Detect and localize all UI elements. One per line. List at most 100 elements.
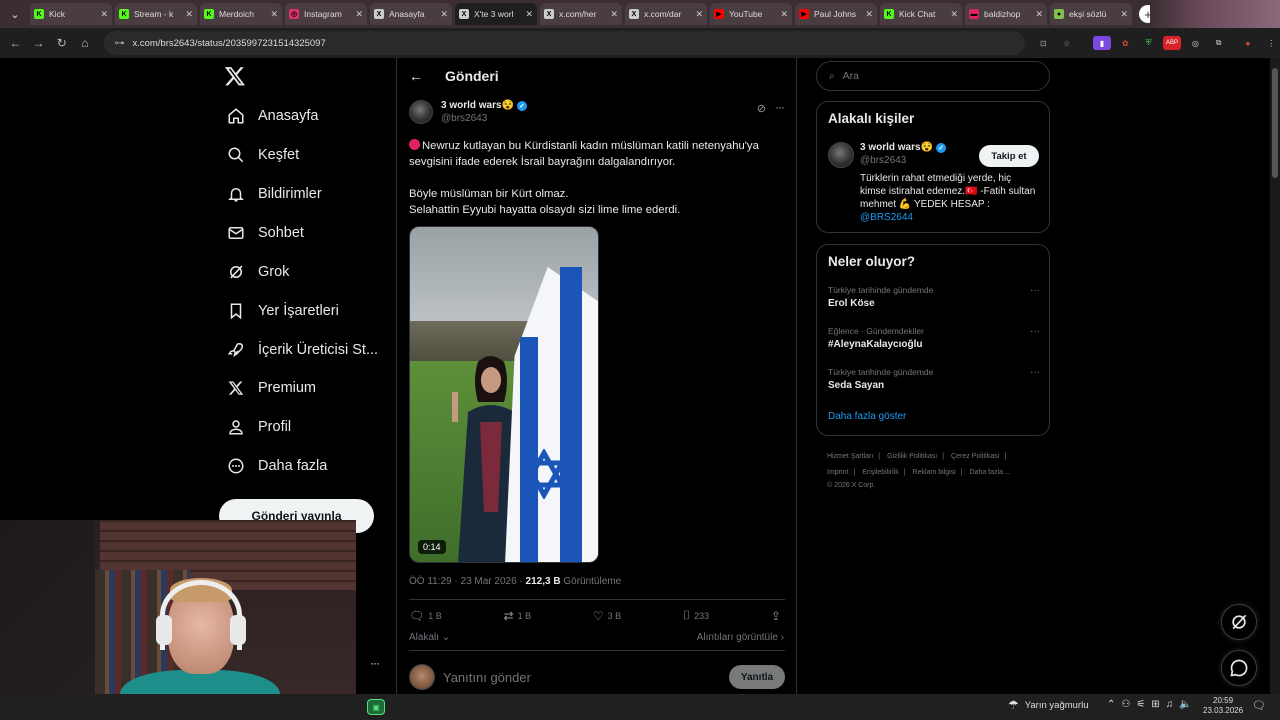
close-tab-icon[interactable]: ✕ <box>270 9 278 20</box>
close-tab-icon[interactable]: ✕ <box>355 9 363 20</box>
browser-tab[interactable]: K Merdoich ✕ <box>200 3 282 25</box>
close-tab-icon[interactable]: ✕ <box>865 9 873 20</box>
avatar[interactable] <box>409 100 433 124</box>
browser-tab[interactable]: K Kick ✕ <box>30 3 112 25</box>
share-button[interactable]: ⇪ <box>771 608 785 623</box>
footer-link[interactable]: Reklam bilgisi <box>913 469 956 476</box>
weather-widget[interactable]: ☂ Yarın yağmurlu <box>1008 698 1088 712</box>
avatar[interactable] <box>828 142 854 168</box>
tab-search-button[interactable]: ⌄ <box>4 3 26 25</box>
close-tab-icon[interactable]: ✕ <box>440 9 448 20</box>
browser-tab[interactable]: X X'te 3 worl ✕ <box>455 3 537 25</box>
browser-tab[interactable]: ● ekşi sözlü ✕ <box>1050 3 1132 25</box>
close-tab-icon[interactable]: ✕ <box>1120 9 1128 20</box>
nav-premium[interactable]: Premium <box>226 373 316 403</box>
grok-floating-button[interactable] <box>1221 604 1257 640</box>
adblock-icon[interactable]: ABP <box>1163 36 1181 50</box>
browser-tab[interactable]: ▬ baldizhop ✕ <box>965 3 1047 25</box>
home-button-icon[interactable]: ⌂ <box>73 36 96 50</box>
system-tray-icons[interactable]: ⌃⚇⚟⊞♫🔈 <box>1107 699 1198 710</box>
scrollbar[interactable] <box>1270 58 1280 694</box>
close-tab-icon[interactable]: ✕ <box>1035 9 1043 20</box>
shield-icon[interactable]: ⛨ <box>1140 36 1157 50</box>
post-author[interactable]: 3 world wars😵 ✓ @brs2643 <box>409 100 528 124</box>
reply-submit-button[interactable]: Yanıtla <box>729 665 785 689</box>
browser-tab[interactable]: ▶ Paul Johns ✕ <box>795 3 877 25</box>
footer-link[interactable]: Çerez Politikası <box>951 453 1000 460</box>
related-user-name[interactable]: 3 world wars😵 <box>860 142 933 153</box>
author-name[interactable]: 3 world wars😵 <box>441 100 514 111</box>
more-options-icon[interactable]: ··· <box>1030 326 1040 337</box>
back-arrow-icon[interactable]: ← <box>4 36 27 50</box>
nav-notifications[interactable]: Bildirimler <box>226 179 322 209</box>
close-tab-icon[interactable]: ✕ <box>695 9 703 20</box>
browser-tab[interactable]: X Anasayfa ✕ <box>370 3 452 25</box>
search-input[interactable]: ⌕ Ara <box>816 61 1050 91</box>
nav-home[interactable]: Anasayfa <box>226 101 318 131</box>
nav-grok[interactable]: Grok <box>226 257 289 287</box>
footer-link[interactable]: Gizlilik Politikası <box>887 453 937 460</box>
browser-tab[interactable]: ◎ Instagram ✕ <box>285 3 367 25</box>
reload-icon[interactable]: ↻ <box>50 36 73 50</box>
nav-profile[interactable]: Profil <box>226 412 291 442</box>
puzzle-icon[interactable]: ⧉ <box>1210 36 1227 50</box>
browser-tab[interactable]: ▶ YouTube ✕ <box>710 3 792 25</box>
nav-bookmarks[interactable]: Yer İşaretleri <box>226 296 339 326</box>
trend-item[interactable]: Türkiye tarihinde gündemde Erol Köse ··· <box>828 285 1040 309</box>
related-user[interactable]: 3 world wars😵 ✓ @brs2643 <box>828 142 947 168</box>
x-logo-icon[interactable] <box>224 65 246 87</box>
trend-item[interactable]: Eğlence · Gündemdekiler #AleynaKalaycıoğ… <box>828 326 1040 350</box>
follow-button[interactable]: Takip et <box>979 145 1039 167</box>
bookmark-button[interactable]: ⌷ 233 <box>683 608 709 623</box>
browser-tab[interactable]: K Kick Chat ✕ <box>880 3 962 25</box>
nav-messages[interactable]: Sohbet <box>226 218 304 248</box>
close-tab-icon[interactable]: ✕ <box>100 9 108 20</box>
nav-creator-studio[interactable]: İçerik Üreticisi St... <box>226 335 378 365</box>
kick-app-icon[interactable]: ▣ <box>367 699 385 715</box>
browser-tab[interactable]: K Stream - k ✕ <box>115 3 197 25</box>
grok-icon[interactable]: ⊘ <box>757 102 766 115</box>
messages-floating-button[interactable] <box>1221 650 1257 686</box>
more-options-icon[interactable]: ··· <box>1030 285 1040 296</box>
close-tab-icon[interactable]: ✕ <box>185 9 193 20</box>
close-tab-icon[interactable]: ✕ <box>610 9 618 20</box>
profile-avatar-icon[interactable]: ● <box>1239 36 1256 50</box>
address-bar[interactable]: ⊶ x.com/brs2643/status/20359972315143250… <box>104 31 1025 55</box>
more-options-icon[interactable]: ··· <box>1030 367 1040 378</box>
notification-icon[interactable]: 🗨 <box>1252 699 1266 712</box>
footer-link[interactable]: Hizmet Şartları <box>827 453 873 460</box>
trend-item[interactable]: Türkiye tarihinde gündemde Seda Sayan ··… <box>828 367 1040 391</box>
nav-explore[interactable]: Keşfet <box>226 140 299 170</box>
close-tab-icon[interactable]: ✕ <box>525 9 533 20</box>
reply-input[interactable]: Yanıtını gönder <box>443 670 729 685</box>
nav-more[interactable]: Daha fazla <box>226 451 327 481</box>
post-video[interactable]: 0:14 <box>409 226 599 563</box>
kebab-menu-icon[interactable]: ⋮ <box>1263 36 1280 50</box>
more-options-icon[interactable]: ··· <box>370 656 380 670</box>
more-options-icon[interactable]: ··· <box>775 100 785 114</box>
footer-link[interactable]: Imprint <box>827 469 848 476</box>
sort-relevance-dropdown[interactable]: Alakalı ⌄ <box>409 632 450 643</box>
close-tab-icon[interactable]: ✕ <box>950 9 958 20</box>
bio-mention-link[interactable]: @BRS2644 <box>860 212 913 223</box>
footer-link[interactable]: Daha fazla ... <box>970 469 1011 476</box>
author-handle[interactable]: @brs2643 <box>441 113 527 124</box>
footer-link[interactable]: Erişilebilirlik <box>862 469 899 476</box>
repost-button[interactable]: ⇄ 1 B <box>504 608 532 623</box>
close-tab-icon[interactable]: ✕ <box>780 9 788 20</box>
clock[interactable]: 20:59 23.03.2026 <box>1203 696 1243 716</box>
site-info-icon[interactable]: ⊶ <box>114 38 124 49</box>
forward-arrow-icon[interactable]: → <box>27 36 50 50</box>
star-icon[interactable]: ☆ <box>1058 36 1075 50</box>
extension-icon[interactable]: ◎ <box>1187 36 1204 50</box>
reply-button[interactable]: 🗨 1 B <box>409 608 442 623</box>
related-user-handle[interactable]: @brs2643 <box>860 155 946 166</box>
extension-icon[interactable]: ✿ <box>1117 36 1134 50</box>
back-arrow-icon[interactable]: ← <box>409 68 429 84</box>
browser-tab[interactable]: Xx.com/her ✕ <box>540 3 622 25</box>
extension-icon[interactable]: ▮ <box>1093 36 1111 50</box>
view-quotes-link[interactable]: Alıntıları görüntüle › <box>697 632 784 643</box>
scrollbar-thumb[interactable] <box>1272 68 1278 178</box>
browser-tab[interactable]: Xx.com/dar ✕ <box>625 3 707 25</box>
like-button[interactable]: ♡ 3 B <box>593 608 621 623</box>
